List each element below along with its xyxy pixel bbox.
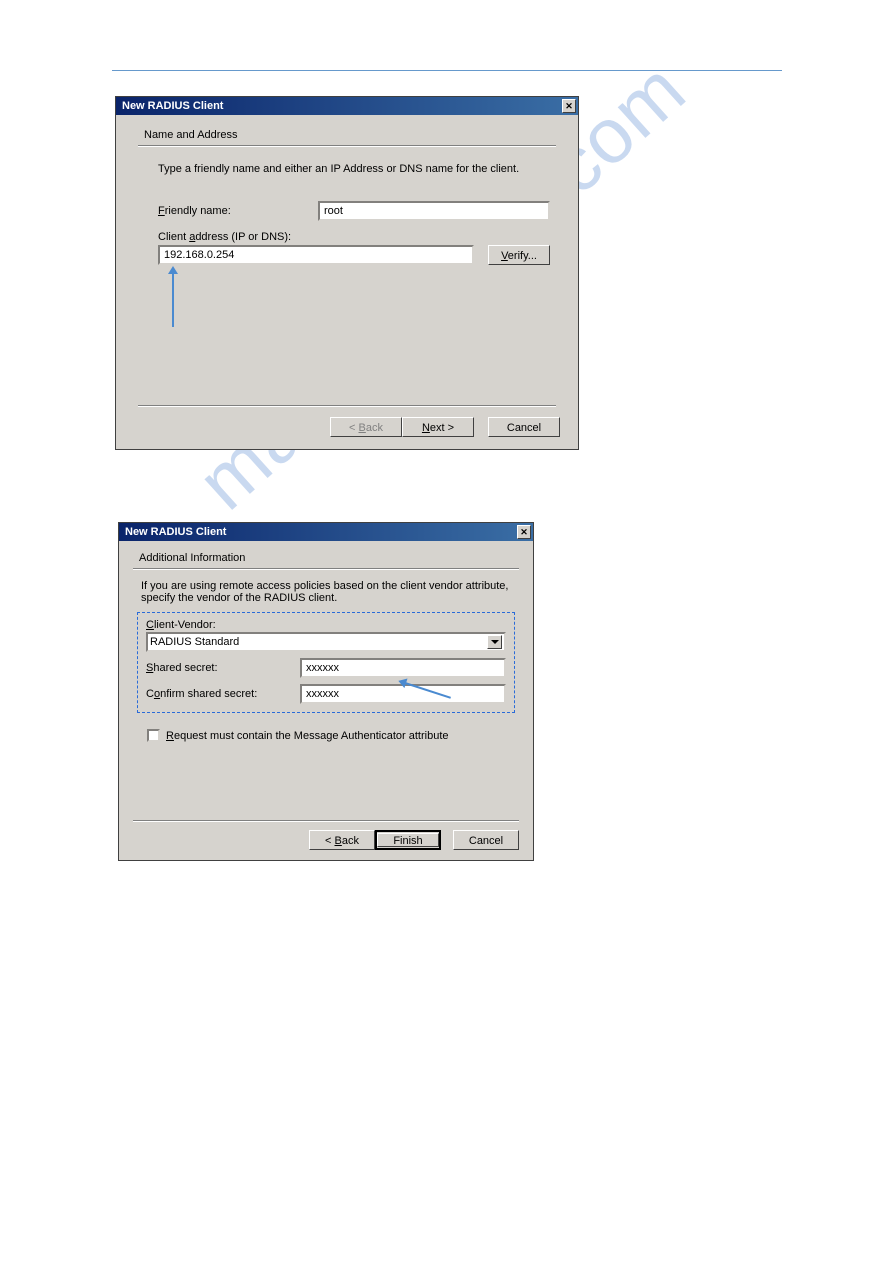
verify-button[interactable]: Verify...: [488, 245, 550, 265]
chevron-down-icon[interactable]: [487, 635, 502, 649]
titlebar: New RADIUS Client ✕: [119, 523, 533, 541]
titlebar: New RADIUS Client ✕: [116, 97, 578, 115]
close-icon[interactable]: ✕: [562, 99, 576, 113]
dialog-title: New RADIUS Client: [122, 100, 223, 112]
cancel-button[interactable]: Cancel: [488, 417, 560, 437]
section-heading: Additional Information: [119, 541, 533, 568]
client-address-label: Client address (IP or DNS):: [116, 221, 578, 245]
client-vendor-value: RADIUS Standard: [150, 636, 239, 648]
friendly-name-label: FFriendly name:riendly name:: [158, 205, 318, 217]
section-heading: Name and Address: [116, 115, 578, 145]
instruction-text: Type a friendly name and either an IP Ad…: [116, 147, 578, 175]
message-authenticator-label: Request must contain the Message Authent…: [166, 730, 449, 742]
new-radius-client-dialog-step1: New RADIUS Client ✕ Name and Address Typ…: [115, 96, 579, 450]
client-vendor-select[interactable]: RADIUS Standard: [146, 632, 506, 652]
close-icon[interactable]: ✕: [517, 525, 531, 539]
annotation-arrow-icon: [172, 273, 174, 327]
instruction-text: If you are using remote access policies …: [119, 570, 533, 610]
back-button[interactable]: < Back: [309, 830, 375, 850]
cancel-button[interactable]: Cancel: [453, 830, 519, 850]
back-button: < Back: [330, 417, 402, 437]
friendly-name-input[interactable]: [318, 201, 550, 221]
client-address-input[interactable]: [158, 245, 474, 265]
message-authenticator-checkbox[interactable]: [147, 729, 160, 742]
shared-secret-label: Shared secret:: [146, 662, 296, 674]
new-radius-client-dialog-step2: New RADIUS Client ✕ Additional Informati…: [118, 522, 534, 861]
shared-secret-input[interactable]: [300, 658, 506, 678]
next-button[interactable]: Next >: [402, 417, 474, 437]
highlighted-fields-group: Client-Vendor: RADIUS Standard Shared se…: [137, 612, 515, 713]
dialog-title: New RADIUS Client: [125, 526, 226, 538]
finish-button[interactable]: Finish: [375, 830, 441, 850]
page-header-rule: [112, 70, 782, 71]
confirm-secret-label: Confirm shared secret:: [146, 688, 296, 700]
client-vendor-label: Client-Vendor:: [146, 617, 506, 632]
